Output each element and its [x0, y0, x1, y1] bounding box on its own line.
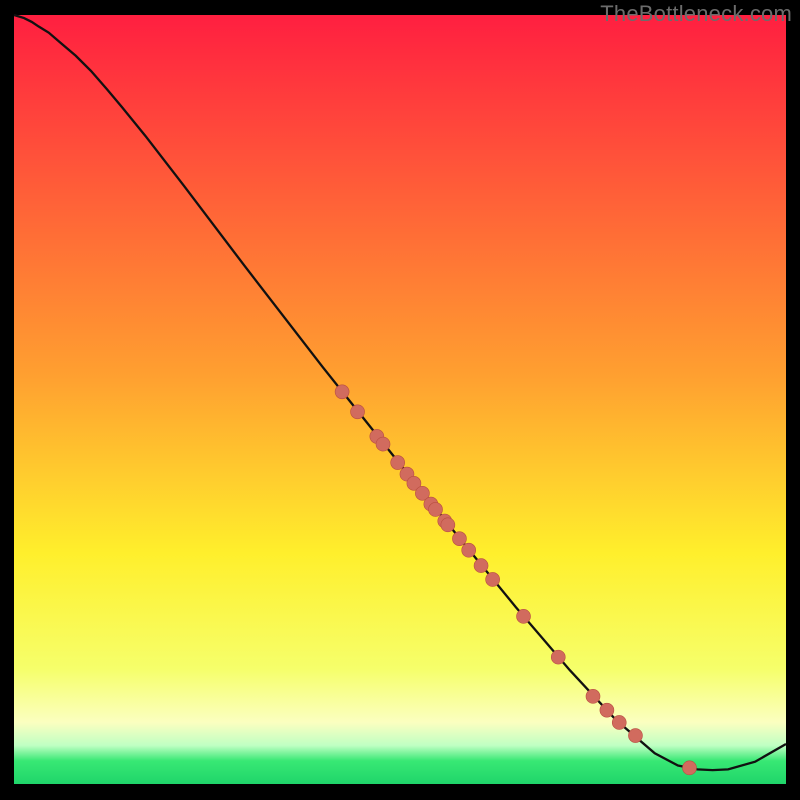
marker-point [376, 437, 390, 451]
marker-point [474, 559, 488, 573]
marker-point [628, 729, 642, 743]
plot-background [14, 15, 786, 784]
marker-point [441, 518, 455, 532]
chart-frame: TheBottleneck.com [0, 0, 800, 800]
chart-svg [0, 0, 800, 800]
marker-point [462, 543, 476, 557]
marker-point [600, 703, 614, 717]
marker-point [335, 385, 349, 399]
marker-point [586, 689, 600, 703]
marker-point [517, 609, 531, 623]
marker-point [452, 532, 466, 546]
marker-point [683, 761, 697, 775]
marker-point [551, 650, 565, 664]
marker-point [429, 502, 443, 516]
marker-point [612, 715, 626, 729]
marker-point [486, 572, 500, 586]
marker-point [351, 405, 365, 419]
watermark-text: TheBottleneck.com [600, 1, 792, 27]
marker-point [391, 456, 405, 470]
